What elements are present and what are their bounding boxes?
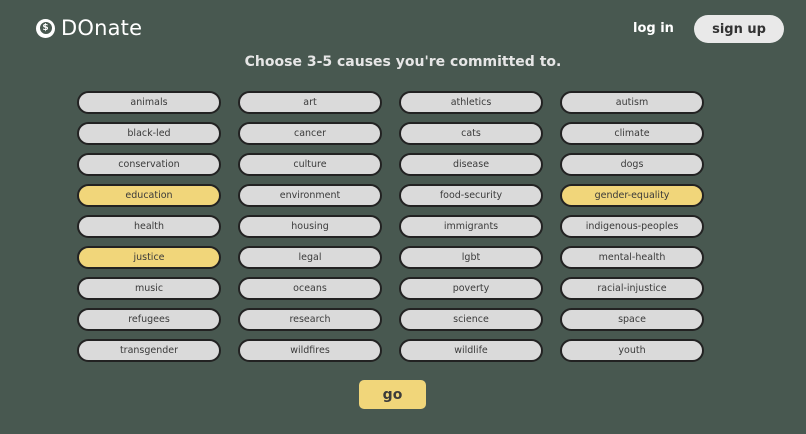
cause-pill-climate[interactable]: climate <box>560 122 704 145</box>
logo[interactable]: $ DOnate <box>36 15 142 41</box>
cause-pill-youth[interactable]: youth <box>560 339 704 362</box>
login-link[interactable]: log in <box>633 21 674 36</box>
signup-button[interactable]: sign up <box>694 15 784 43</box>
cause-pill-autism[interactable]: autism <box>560 91 704 114</box>
cause-pill-cancer[interactable]: cancer <box>238 122 382 145</box>
cause-pill-music[interactable]: music <box>77 277 221 300</box>
cause-pill-health[interactable]: health <box>77 215 221 238</box>
cause-pill-indigenous-peoples[interactable]: indigenous-peoples <box>560 215 704 238</box>
cause-pill-environment[interactable]: environment <box>238 184 382 207</box>
cause-pill-research[interactable]: research <box>238 308 382 331</box>
cause-pill-oceans[interactable]: oceans <box>238 277 382 300</box>
cause-pill-disease[interactable]: disease <box>399 153 543 176</box>
cause-pill-food-security[interactable]: food-security <box>399 184 543 207</box>
cause-pill-mental-health[interactable]: mental-health <box>560 246 704 269</box>
page-heading: Choose 3-5 causes you're committed to. <box>244 54 562 70</box>
cause-pill-poverty[interactable]: poverty <box>399 277 543 300</box>
cause-pill-space[interactable]: space <box>560 308 704 331</box>
cause-pill-cats[interactable]: cats <box>399 122 543 145</box>
cause-pill-dogs[interactable]: dogs <box>560 153 704 176</box>
cause-pill-animals[interactable]: animals <box>77 91 221 114</box>
logo-text: DOnate <box>61 16 143 40</box>
cause-pill-science[interactable]: science <box>399 308 543 331</box>
cause-pill-wildlife[interactable]: wildlife <box>399 339 543 362</box>
cause-pill-wildfires[interactable]: wildfires <box>238 339 382 362</box>
cause-pill-black-led[interactable]: black-led <box>77 122 221 145</box>
cause-pill-immigrants[interactable]: immigrants <box>399 215 543 238</box>
cause-pill-art[interactable]: art <box>238 91 382 114</box>
cause-pill-justice[interactable]: justice <box>77 246 221 269</box>
cause-pill-legal[interactable]: legal <box>238 246 382 269</box>
cause-pill-athletics[interactable]: athletics <box>399 91 543 114</box>
cause-grid: animals art athletics autism black-led cancer… <box>77 91 704 362</box>
cause-pill-education[interactable]: education <box>77 184 221 207</box>
cause-pill-gender-equality[interactable]: gender-equality <box>560 184 704 207</box>
go-button[interactable]: go <box>359 380 426 409</box>
cause-pill-conservation[interactable]: conservation <box>77 153 221 176</box>
cause-pill-transgender[interactable]: transgender <box>77 339 221 362</box>
cause-pill-culture[interactable]: culture <box>238 153 382 176</box>
cause-pill-racial-injustice[interactable]: racial-injustice <box>560 277 704 300</box>
dollar-coin-icon: $ <box>36 18 55 38</box>
cause-pill-housing[interactable]: housing <box>238 215 382 238</box>
cause-pill-lgbt[interactable]: lgbt <box>399 246 543 269</box>
cause-pill-refugees[interactable]: refugees <box>77 308 221 331</box>
